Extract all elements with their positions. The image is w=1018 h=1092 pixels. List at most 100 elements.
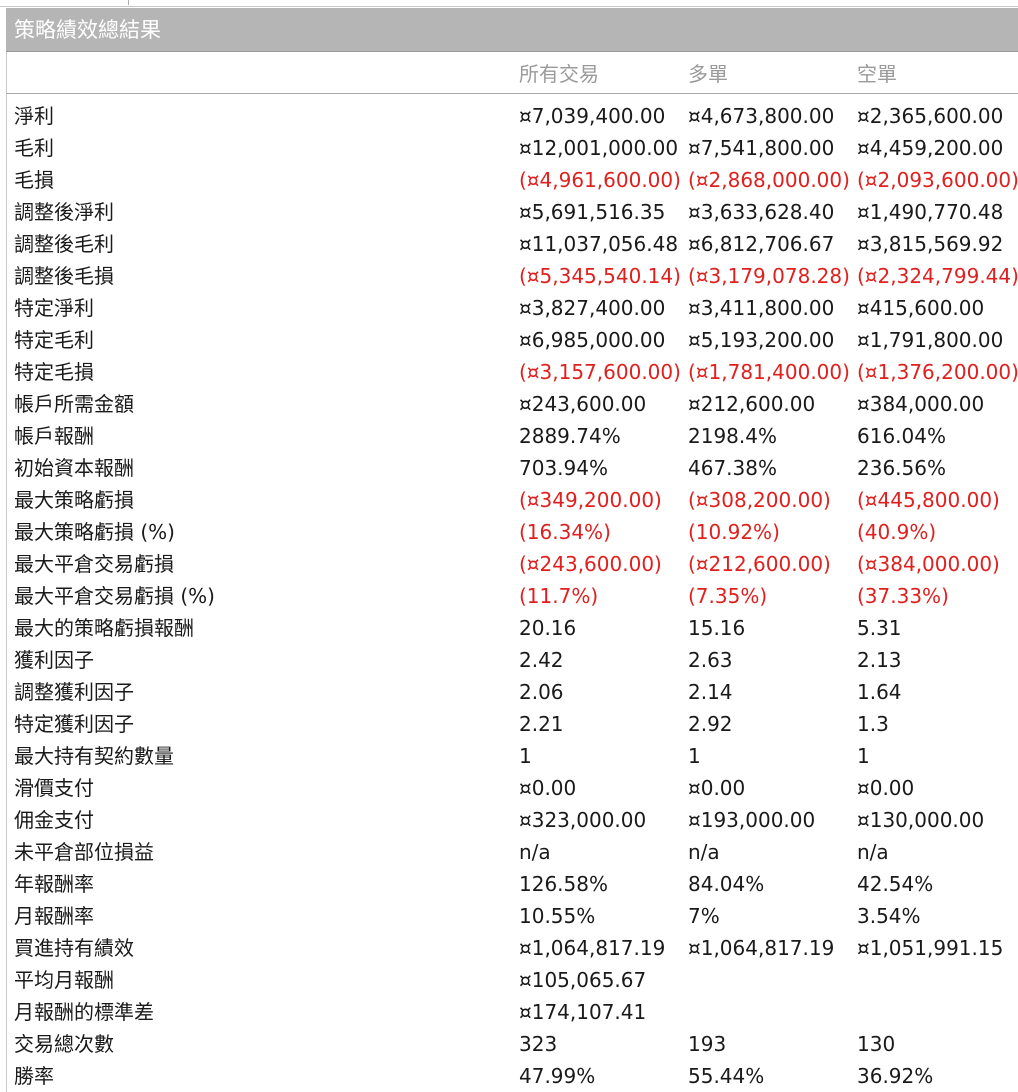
column-header-short: 空單 <box>857 62 897 86</box>
value-long: ¤1,064,817.19 <box>688 936 835 960</box>
value-short: (¤1,376,200.00) <box>857 360 1018 384</box>
table-row: 特定毛損 (¤3,157,600.00) (¤1,781,400.00) (¤1,37… <box>0 356 1018 388</box>
row-label: 特定毛利 <box>14 328 94 352</box>
row-label: 買進持有績效 <box>14 936 134 960</box>
table-row: 佣金支付 ¤323,000.00 ¤193,000.00 ¤130,000.00 <box>0 804 1018 836</box>
value-all-trades: ¤7,039,400.00 <box>519 104 666 128</box>
table-row: 最大策略虧損 (%) (16.34%) (10.92%) (40.9%) <box>0 516 1018 548</box>
value-all-trades: 47.99% <box>519 1064 596 1088</box>
value-all-trades: 323 <box>519 1032 558 1056</box>
value-short: 130 <box>857 1032 896 1056</box>
row-label: 調整後淨利 <box>14 200 114 224</box>
row-label: 滑價支付 <box>14 776 94 800</box>
value-short: (¤384,000.00) <box>857 552 1000 576</box>
table-row: 淨利 ¤7,039,400.00 ¤4,673,800.00 ¤2,365,600.0… <box>0 100 1018 132</box>
row-label: 勝率 <box>14 1064 54 1088</box>
table-row: 調整獲利因子 2.06 2.14 1.64 <box>0 676 1018 708</box>
value-all-trades: ¤1,064,817.19 <box>519 936 666 960</box>
value-long: ¤6,812,706.67 <box>688 232 835 256</box>
value-short: (¤2,324,799.44) <box>857 264 1018 288</box>
value-all-trades: 1 <box>519 744 532 768</box>
table-row: 調整後毛損 (¤5,345,540.14) (¤3,179,078.28) (¤2,3… <box>0 260 1018 292</box>
value-long: (¤308,200.00) <box>688 488 831 512</box>
row-label: 調整後毛利 <box>14 232 114 256</box>
value-long: (¤2,868,000.00) <box>688 168 850 192</box>
value-short: 236.56% <box>857 456 946 480</box>
report-title-bar: 策略績效總結果 <box>6 8 1018 52</box>
value-all-trades: (¤4,961,600.00) <box>519 168 681 192</box>
table-row: 最大策略虧損 (¤349,200.00) (¤308,200.00) (¤445,80… <box>0 484 1018 516</box>
row-label: 最大平倉交易虧損 <box>14 552 174 576</box>
value-short: 1.64 <box>857 680 902 704</box>
value-long: ¤5,193,200.00 <box>688 328 835 352</box>
value-all-trades: ¤6,985,000.00 <box>519 328 666 352</box>
row-label: 獲利因子 <box>14 648 94 672</box>
value-all-trades: 10.55% <box>519 904 596 928</box>
value-short: ¤4,459,200.00 <box>857 136 1004 160</box>
value-all-trades: 2.06 <box>519 680 564 704</box>
row-label: 特定獲利因子 <box>14 712 134 736</box>
value-short: ¤415,600.00 <box>857 296 985 320</box>
table-row: 調整後毛利 ¤11,037,056.48 ¤6,812,706.67 ¤3,815,5… <box>0 228 1018 260</box>
row-label: 帳戶所需金額 <box>14 392 134 416</box>
value-long: 1 <box>688 744 701 768</box>
value-all-trades: 703.94% <box>519 456 608 480</box>
value-short: (¤445,800.00) <box>857 488 1000 512</box>
row-label: 調整獲利因子 <box>14 680 134 704</box>
value-all-trades: (¤3,157,600.00) <box>519 360 681 384</box>
row-label: 年報酬率 <box>14 872 94 896</box>
value-all-trades: ¤11,037,056.48 <box>519 232 679 256</box>
value-short: 5.31 <box>857 616 902 640</box>
row-label: 最大平倉交易虧損 (%) <box>14 584 215 608</box>
value-short: 36.92% <box>857 1064 934 1088</box>
value-long: 467.38% <box>688 456 777 480</box>
value-short: 616.04% <box>857 424 946 448</box>
value-long: 2.92 <box>688 712 733 736</box>
table-row: 毛損 (¤4,961,600.00) (¤2,868,000.00) (¤2,093,… <box>0 164 1018 196</box>
value-long: 55.44% <box>688 1064 765 1088</box>
row-label: 毛利 <box>14 136 54 160</box>
top-border <box>0 0 1018 7</box>
value-all-trades: 2889.74% <box>519 424 621 448</box>
row-label: 月報酬的標準差 <box>14 1000 154 1024</box>
value-all-trades: n/a <box>519 840 551 864</box>
value-short: ¤1,051,991.15 <box>857 936 1004 960</box>
table-row: 未平倉部位損益 n/a n/a n/a <box>0 836 1018 868</box>
table-row: 獲利因子 2.42 2.63 2.13 <box>0 644 1018 676</box>
value-long: 7% <box>688 904 720 928</box>
value-all-trades: 126.58% <box>519 872 608 896</box>
table-row: 帳戶報酬 2889.74% 2198.4% 616.04% <box>0 420 1018 452</box>
row-label: 特定淨利 <box>14 296 94 320</box>
value-long: 84.04% <box>688 872 765 896</box>
value-short: ¤2,365,600.00 <box>857 104 1004 128</box>
value-short: 2.13 <box>857 648 902 672</box>
table-row: 月報酬的標準差 ¤174,107.41 <box>0 996 1018 1028</box>
strategy-performance-report: 策略績效總結果 所有交易 多單 空單 淨利 ¤7,039,400.00 ¤4,673… <box>0 0 1018 1092</box>
value-short: n/a <box>857 840 889 864</box>
value-all-trades: ¤243,600.00 <box>519 392 647 416</box>
value-short: 3.54% <box>857 904 921 928</box>
value-long: 2.14 <box>688 680 733 704</box>
table-row: 帳戶所需金額 ¤243,600.00 ¤212,600.00 ¤384,000.00 <box>0 388 1018 420</box>
table-row: 買進持有績效 ¤1,064,817.19 ¤1,064,817.19 ¤1,051,9… <box>0 932 1018 964</box>
value-short: ¤1,490,770.48 <box>857 200 1004 224</box>
table-row: 滑價支付 ¤0.00 ¤0.00 ¤0.00 <box>0 772 1018 804</box>
table-row: 特定獲利因子 2.21 2.92 1.3 <box>0 708 1018 740</box>
row-label: 最大策略虧損 (%) <box>14 520 175 544</box>
value-all-trades: ¤105,065.67 <box>519 968 647 992</box>
row-label: 最大的策略虧損報酬 <box>14 616 194 640</box>
value-short: (¤2,093,600.00) <box>857 168 1018 192</box>
column-header-long: 多單 <box>688 62 728 86</box>
value-all-trades: ¤0.00 <box>519 776 577 800</box>
top-divider-tick <box>128 0 129 5</box>
column-header-row: 所有交易 多單 空單 <box>6 56 1018 92</box>
value-all-trades: (¤349,200.00) <box>519 488 662 512</box>
row-label: 佣金支付 <box>14 808 94 832</box>
table-row: 特定淨利 ¤3,827,400.00 ¤3,411,800.00 ¤415,600.0… <box>0 292 1018 324</box>
value-long: ¤212,600.00 <box>688 392 816 416</box>
value-all-trades: (11.7%) <box>519 584 599 608</box>
value-all-trades: ¤3,827,400.00 <box>519 296 666 320</box>
table-row: 交易總次數 323 193 130 <box>0 1028 1018 1060</box>
value-long: 2198.4% <box>688 424 777 448</box>
table-row: 最大持有契約數量 1 1 1 <box>0 740 1018 772</box>
